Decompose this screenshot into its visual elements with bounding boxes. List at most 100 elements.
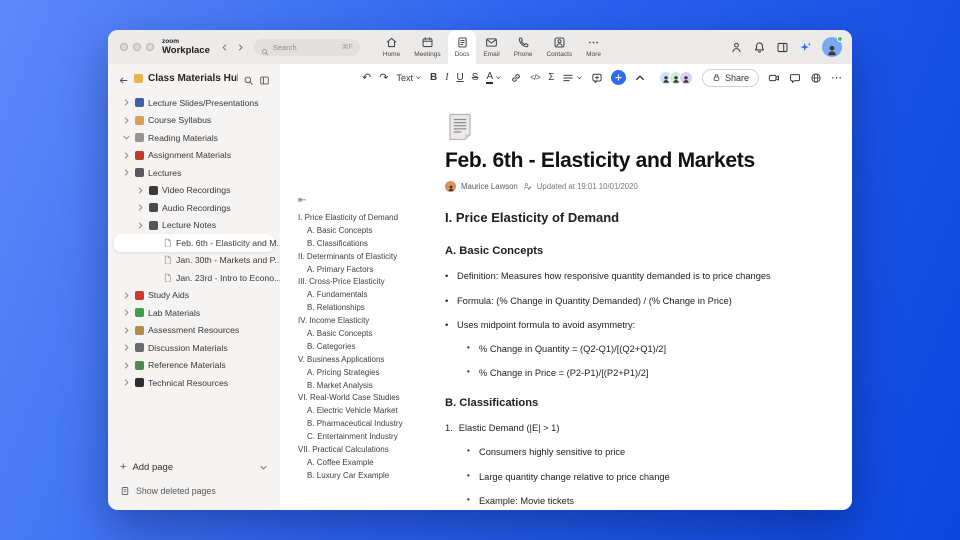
sidebar-item-jan-30th-markets-and-p[interactable]: Jan. 30th - Markets and P...	[114, 252, 282, 270]
outline-item-a-fundamentals[interactable]: A. Fundamentals	[298, 290, 444, 303]
user-avatar[interactable]	[822, 36, 843, 57]
doc-bullet[interactable]: Uses midpoint formula to avoid asymmetry…	[445, 319, 847, 331]
chevron-down-icon[interactable]	[122, 133, 131, 142]
outline-item-iii-cross-price-elasticity[interactable]: III. Cross-Price Elasticity	[298, 277, 444, 290]
collapse-toolbar-chevron-up-icon[interactable]	[634, 72, 646, 84]
outline-item-a-pricing-strategies[interactable]: A. Pricing Strategies	[298, 368, 444, 381]
outline-item-vii-practical-calculations[interactable]: VII. Practical Calculations	[298, 445, 444, 458]
add-page-chevron-down-icon[interactable]	[259, 463, 268, 472]
doc-bullet[interactable]: Definition: Measures how responsive quan…	[445, 270, 847, 282]
minimize-button[interactable]	[133, 43, 141, 51]
outline-item-a-basic-concepts[interactable]: A. Basic Concepts	[298, 329, 444, 342]
comments-icon[interactable]	[789, 72, 801, 84]
doc-page-icon[interactable]	[445, 112, 475, 142]
bold-button[interactable]: B	[430, 72, 437, 83]
share-button[interactable]: Share	[701, 68, 759, 87]
chevron-right-icon[interactable]	[122, 116, 131, 125]
sidebar-item-audio-recordings[interactable]: Audio Recordings	[114, 199, 274, 217]
doc-bullet[interactable]: % Change in Price = (P2-P1)/[(P2+P1)/2]	[445, 367, 847, 379]
doc-bullet[interactable]: % Change in Quantity = (Q2-Q1)/[(Q2+Q1)/…	[445, 343, 847, 355]
sidebar-item-discussion-materials[interactable]: Discussion Materials	[114, 339, 274, 357]
outline-item-b-categories[interactable]: B. Categories	[298, 342, 444, 355]
back-arrow-icon[interactable]	[118, 73, 129, 84]
outline-item-vi-real-world-case-studies[interactable]: VI. Real-World Case Studies	[298, 393, 444, 406]
chevron-right-icon[interactable]	[122, 378, 131, 387]
outline-item-a-basic-concepts[interactable]: A. Basic Concepts	[298, 226, 444, 239]
doc-bullet[interactable]: Consumers highly sensitive to price	[445, 446, 847, 458]
outline-item-v-business-applications[interactable]: V. Business Applications	[298, 355, 444, 368]
outline-item-iv-income-elasticity[interactable]: IV. Income Elasticity	[298, 316, 444, 329]
redo-icon[interactable]: ↷	[379, 71, 388, 84]
tab-home[interactable]: Home	[376, 30, 407, 64]
chevron-right-icon[interactable]	[136, 186, 145, 195]
video-camera-icon[interactable]	[768, 72, 780, 84]
close-button[interactable]	[120, 43, 128, 51]
sidebar-item-reading-materials[interactable]: Reading Materials	[114, 129, 274, 147]
maximize-button[interactable]	[146, 43, 154, 51]
doc-bullet[interactable]: Example: Movie tickets	[445, 495, 847, 507]
chevron-right-icon[interactable]	[136, 221, 145, 230]
chevron-right-icon[interactable]	[122, 98, 131, 107]
outline-item-b-relationships[interactable]: B. Relationships	[298, 303, 444, 316]
sidebar-item-lecture-notes[interactable]: Lecture Notes	[114, 217, 274, 235]
chevron-right-icon[interactable]	[122, 361, 131, 370]
sidebar-item-study-aids[interactable]: Study Aids	[114, 287, 274, 305]
side-panel-icon[interactable]	[776, 41, 789, 54]
outline-item-b-classifications[interactable]: B. Classifications	[298, 239, 444, 252]
italic-button[interactable]: I	[445, 72, 448, 83]
outline-item-b-pharmaceutical-industry[interactable]: B. Pharmaceutical Industry	[298, 419, 444, 432]
doc-heading-a-basic-concepts[interactable]: A. Basic Concepts	[445, 244, 847, 259]
link-icon[interactable]	[510, 72, 522, 84]
code-block-button[interactable]: </>	[530, 73, 541, 82]
ai-companion-sparkle-icon[interactable]	[799, 41, 812, 54]
doc-numbered-item[interactable]: 1. Elastic Demand (|E| > 1)	[445, 422, 847, 434]
text-color-dropdown[interactable]: A	[486, 71, 502, 84]
doc-heading-b-classifications[interactable]: B. Classifications	[445, 396, 847, 411]
underline-button[interactable]: U	[457, 72, 464, 83]
tab-meetings[interactable]: Meetings	[407, 30, 447, 64]
outline-item-b-luxury-car-example[interactable]: B. Luxury Car Example	[298, 471, 444, 484]
outline-item-i-price-elasticity-of-demand[interactable]: I. Price Elasticity of Demand	[298, 213, 444, 226]
sidebar-item-lecture-slides-presentations[interactable]: Lecture Slides/Presentations	[114, 94, 274, 112]
sidebar-item-feb-6th-elasticity-and-m[interactable]: Feb. 6th - Elasticity and M...	[114, 234, 284, 252]
outline-item-a-coffee-example[interactable]: A. Coffee Example	[298, 458, 444, 471]
sidebar-item-reference-materials[interactable]: Reference Materials	[114, 357, 274, 375]
equation-button[interactable]: Σ	[548, 72, 554, 83]
insert-block-button[interactable]	[611, 70, 627, 85]
chevron-right-icon[interactable]	[122, 343, 131, 352]
doc-title[interactable]: Feb. 6th - Elasticity and Markets	[445, 149, 847, 173]
sidebar-item-lab-materials[interactable]: Lab Materials	[114, 304, 274, 322]
sidebar-item-jan-23rd-intro-to-econo[interactable]: Jan. 23rd - Intro to Econo...	[114, 269, 281, 287]
sidebar-item-course-syllabus[interactable]: Course Syllabus	[114, 112, 274, 130]
chevron-right-icon[interactable]	[122, 308, 131, 317]
more-options-icon[interactable]: ⋯	[831, 71, 842, 84]
tab-email[interactable]: Email	[476, 30, 506, 64]
account-icon[interactable]	[730, 41, 743, 54]
outline-item-a-electric-vehicle-market[interactable]: A. Electric Vehicle Market	[298, 406, 444, 419]
outline-item-a-primary-factors[interactable]: A. Primary Factors	[298, 265, 444, 278]
globe-icon[interactable]	[810, 72, 822, 84]
sidebar-item-video-recordings[interactable]: Video Recordings	[114, 182, 274, 200]
back-button[interactable]	[218, 40, 232, 54]
doc-bullet[interactable]: Large quantity change relative to price …	[445, 471, 847, 483]
sidebar-item-lectures[interactable]: Lectures	[114, 164, 274, 182]
text-style-dropdown[interactable]: Text	[396, 73, 422, 83]
chevron-right-icon[interactable]	[122, 168, 131, 177]
list-format-dropdown[interactable]	[562, 72, 583, 84]
sidebar-item-assignment-materials[interactable]: Assignment Materials	[114, 147, 274, 165]
sidebar-item-assessment-resources[interactable]: Assessment Resources	[114, 322, 274, 340]
tab-docs[interactable]: Docs	[447, 30, 477, 64]
collapse-sidebar-icon[interactable]	[259, 73, 270, 84]
undo-icon[interactable]: ↶	[362, 71, 371, 84]
chevron-right-icon[interactable]	[136, 203, 145, 212]
outline-item-c-entertainment-industry[interactable]: C. Entertainment Industry	[298, 432, 444, 445]
collapse-outline-icon[interactable]: ⇤	[298, 195, 309, 206]
tab-contacts[interactable]: Contacts	[539, 30, 579, 64]
show-deleted-pages-button[interactable]: Show deleted pages	[120, 486, 268, 496]
chevron-right-icon[interactable]	[122, 151, 131, 160]
doc-heading-i-price-elasticity-of-demand[interactable]: I. Price Elasticity of Demand	[445, 210, 847, 227]
add-page-button[interactable]: + Add page	[120, 461, 268, 473]
sidebar-search-icon[interactable]	[243, 73, 254, 85]
collaborator-avatar[interactable]	[678, 70, 693, 85]
forward-button[interactable]	[234, 40, 248, 54]
